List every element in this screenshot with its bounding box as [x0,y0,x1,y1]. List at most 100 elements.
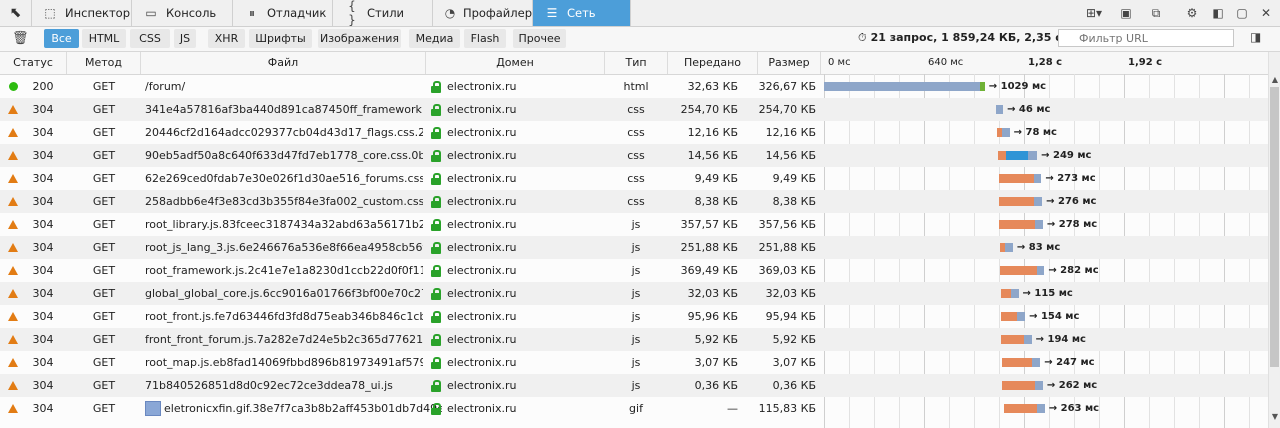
column-header-status[interactable]: Статус [0,52,67,74]
style-editor-icon: { } [348,0,356,27]
tab-inspector[interactable]: ⬚ Инспектор [31,0,132,26]
table-row[interactable]: 304 GET global_global_core.js.6cc9016a0176… [0,282,1268,305]
status-cached-warning-icon [8,266,18,275]
transferred-cell: 14,56 КБ [687,149,738,162]
status-cell: 304 [32,310,54,323]
column-header-domain[interactable]: Домен [426,52,605,74]
scroll-up-arrow-icon[interactable]: ▲ [1269,74,1280,86]
table-row[interactable]: 304 GET 258adbb6e4f3e83cd3b355f84e3fa002_c… [0,190,1268,213]
tab-console[interactable]: ▭ Консоль [132,0,233,26]
url-filter-input[interactable] [1058,29,1234,47]
method-cell: GET [92,218,116,231]
transferred-cell: 8,38 КБ [694,195,738,208]
timeline-tick-label: 1,92 с [1128,57,1163,68]
waterfall-blocked-segment [998,151,1007,160]
waterfall-duration-label: → 282 мс [1048,265,1099,276]
table-row[interactable]: 200 GET/forum/html 32,63 КБ 326,67 КБ electr… [0,75,1268,98]
tab-profiler[interactable]: ◔ Профайлер [433,0,533,26]
transferred-cell: 3,07 КБ [694,356,738,369]
lock-body [431,385,441,392]
status-cell: 304 [32,264,54,277]
tab-network[interactable]: ☰ Сеть [533,0,631,26]
scratchpad-icon[interactable]: ⧉ [1144,0,1168,26]
table-row[interactable]: 304 GET front_front_forum.js.7a282e7d24e5b… [0,328,1268,351]
table-row[interactable]: 304 GET root_front.js.fe7d63446fd3fd8d75ea… [0,305,1268,328]
size-cell: 12,16 КБ [765,126,816,139]
method-cell: GET [92,310,116,323]
filter-button[interactable]: Медиа [409,29,460,48]
tab-style-editor[interactable]: { } Стили [333,0,433,27]
waterfall-receiving-segment [980,82,985,91]
network-summary[interactable]: ⏱ 21 запрос, 1 859,24 КБ, 2,35 с [858,31,1062,45]
filter-button[interactable]: HTML [82,29,126,48]
column-header-method[interactable]: Метод [67,52,141,74]
secure-lock-icon [431,311,441,323]
vertical-scrollbar[interactable]: ▲ ▼ [1268,52,1280,428]
table-row[interactable]: 304 GET 90eb5adf50a8c640f633d47fd7eb1778_c… [0,144,1268,167]
filter-button[interactable]: JS [174,29,196,48]
undock-window-icon[interactable]: ▢ [1230,0,1254,26]
element-picker-icon[interactable]: ⬉ [0,0,32,26]
table-row[interactable]: 304 GET 71b840526851d8d0c92ec72ce3ddea78_u… [0,374,1268,397]
status-cell: 304 [32,195,54,208]
status-cached-warning-icon [8,335,18,344]
tab-label: Сеть [567,6,596,20]
table-row[interactable]: 304 GET 341e4a57816af3ba440d891ca87450ff_f… [0,98,1268,121]
waterfall-waiting-segment [1033,174,1042,183]
scrollbar-thumb[interactable] [1270,87,1279,367]
responsive-mode-icon[interactable]: ▣ [1114,0,1138,26]
filter-button[interactable]: Все [44,29,79,48]
filter-button[interactable]: CSS [130,29,170,48]
waterfall-waiting-segment [1034,197,1043,206]
status-cached-warning-icon [8,105,18,114]
column-header-size[interactable]: Размер [758,52,821,74]
secure-lock-icon [431,357,441,369]
status-cell: 304 [32,218,54,231]
filter-button[interactable]: Flash [464,29,506,48]
waterfall-duration-label: → 83 мс [1016,242,1061,253]
size-cell: 369,03 КБ [758,264,816,277]
transferred-cell: 12,16 КБ [687,126,738,139]
tab-debugger[interactable]: ⏸ Отладчик [233,0,333,26]
table-row[interactable]: 304 GET 20446cf2d164adcc029377cb04d43d17_f… [0,121,1268,144]
table-row[interactable]: 304 GET 62e269ced0fdab7e30e026f1d30ae516_f… [0,167,1268,190]
split-console-icon[interactable]: ⊞▾ [1080,0,1108,26]
filter-button[interactable]: Прочее [513,29,566,48]
scroll-down-arrow-icon[interactable]: ▼ [1269,411,1280,423]
size-cell: 14,56 КБ [765,149,816,162]
secure-lock-icon [431,173,441,185]
filter-button[interactable]: Шрифты [249,29,312,48]
filter-button[interactable]: Изображения [318,29,401,48]
secure-lock-icon [431,81,441,93]
table-row[interactable]: 304 GET root_map.js.eb8fad14069fbbd896b819… [0,351,1268,374]
clear-trash-icon[interactable]: 🗑 [12,31,29,46]
status-ok-icon [9,82,18,91]
table-row[interactable]: 304 GET eletronicxfin.gif.38e7f7ca3b8b2aff… [0,397,1268,420]
lock-body [431,86,441,93]
column-header-file[interactable]: Файл [141,52,426,74]
method-cell: GET [92,195,116,208]
table-row[interactable]: 304 GET root_js_lang_3.js.6e246676a536e8f6… [0,236,1268,259]
filter-button[interactable]: XHR [208,29,245,48]
transferred-cell: 9,49 КБ [694,172,738,185]
dock-side-icon[interactable]: ◧ [1206,0,1230,26]
status-cached-warning-icon [8,243,18,252]
lock-body [431,362,441,369]
secure-lock-icon [431,196,441,208]
size-cell: 9,49 КБ [772,172,816,185]
settings-gear-icon[interactable]: ⚙ [1180,0,1204,26]
file-cell: root_front.js.fe7d63446fd3fd8d75eab346b8… [145,310,423,323]
waterfall-blocked-segment [1001,381,1036,390]
column-header-transferred[interactable]: Передано [668,52,758,74]
method-cell: GET [92,80,116,93]
stopwatch-icon: ⏱ [858,31,867,44]
table-row[interactable]: 304 GET root_library.js.83fceec3187434a32a… [0,213,1268,236]
size-cell: 115,83 КБ [758,402,816,415]
close-icon[interactable]: ✕ [1254,0,1278,26]
lock-body [431,109,441,116]
table-row[interactable]: 304 GET root_framework.js.2c41e7e1a8230d1c… [0,259,1268,282]
size-cell: 254,70 КБ [758,103,816,116]
sidebar-toggle-icon[interactable]: ◨ [1250,30,1261,44]
column-header-type[interactable]: Тип [605,52,668,74]
status-cached-warning-icon [8,381,18,390]
